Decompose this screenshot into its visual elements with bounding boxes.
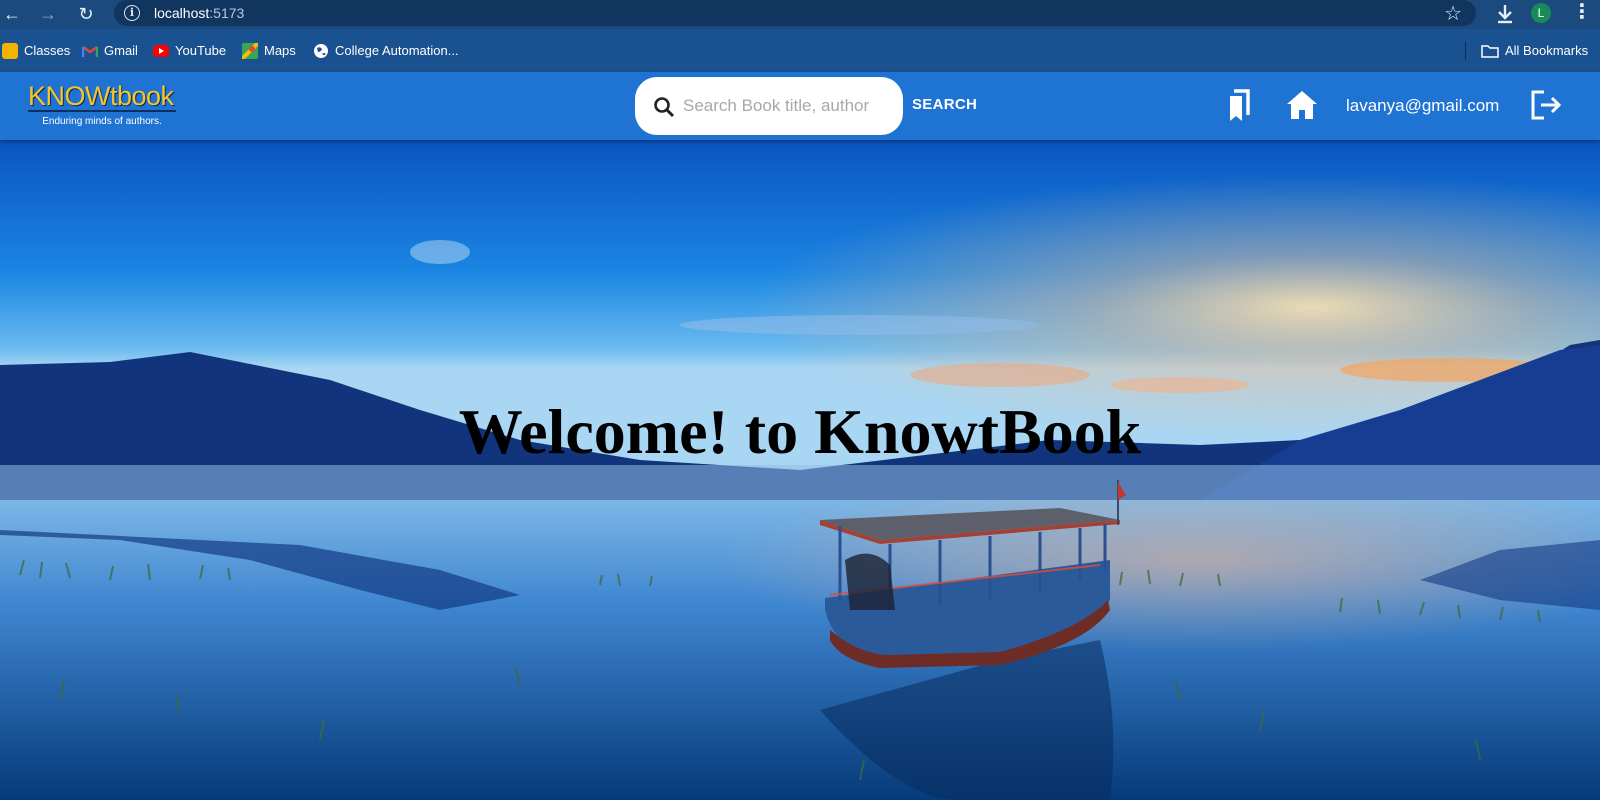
bookmarks-divider: [1465, 42, 1466, 60]
profile-avatar[interactable]: L: [1531, 3, 1551, 23]
star-icon[interactable]: ☆: [1444, 1, 1462, 26]
youtube-icon: [153, 45, 169, 57]
logo-title: KNOWtbook: [28, 82, 176, 112]
bookmark-college-automation[interactable]: College Automation...: [313, 42, 459, 60]
url-text[interactable]: localhost:5173: [154, 5, 244, 21]
folder-icon: [1481, 45, 1499, 58]
all-bookmarks-label: All Bookmarks: [1505, 43, 1589, 58]
bookmark-label: Gmail: [104, 43, 138, 58]
address-bar[interactable]: i localhost:5173 ☆: [114, 0, 1476, 26]
bookmarks-icon[interactable]: [1222, 87, 1258, 123]
logo[interactable]: KNOWtbook Enduring minds of authors.: [28, 82, 176, 127]
user-email: lavanya@gmail.com: [1346, 96, 1500, 115]
classroom-icon: [2, 43, 18, 59]
bookmark-label: College Automation...: [335, 43, 459, 58]
search-input[interactable]: [683, 93, 893, 119]
browser-toolbar: ← → ↻ i localhost:5173 ☆ L ⋮: [0, 0, 1600, 29]
bookmark-label: Maps: [264, 43, 296, 58]
info-icon[interactable]: i: [124, 5, 140, 21]
hero-background-image: [0, 140, 1600, 800]
bookmark-label: YouTube: [175, 43, 227, 58]
menu-icon[interactable]: ⋮: [1572, 1, 1592, 25]
search-icon: [654, 97, 675, 118]
reload-icon[interactable]: ↻: [74, 2, 98, 26]
logo-tagline: Enduring minds of authors.: [42, 116, 162, 127]
bookmark-classes[interactable]: Classes: [2, 42, 70, 60]
maps-icon: [242, 43, 258, 59]
search-button[interactable]: SEARCH: [912, 96, 977, 113]
back-icon[interactable]: ←: [0, 2, 24, 26]
url-port: :5173: [209, 5, 245, 21]
hero-title: Welcome! to KnowtBook: [458, 396, 1142, 467]
hero-banner: Welcome! to KnowtBook: [0, 140, 1600, 800]
bookmark-maps[interactable]: Maps: [242, 42, 296, 60]
bookmarks-bar: Classes Gmail YouTube Maps College Autom…: [0, 29, 1600, 72]
app-header: KNOWtbook Enduring minds of authors. SEA…: [0, 72, 1600, 140]
search-box: [635, 77, 903, 135]
bookmark-gmail[interactable]: Gmail: [82, 42, 138, 60]
globe-icon: [314, 44, 328, 58]
logout-icon[interactable]: [1528, 87, 1564, 123]
bookmark-label: Classes: [24, 43, 71, 58]
forward-icon[interactable]: →: [36, 2, 60, 26]
bookmark-youtube[interactable]: YouTube: [153, 42, 226, 60]
url-host: localhost: [154, 5, 210, 21]
home-icon[interactable]: [1284, 87, 1320, 123]
download-icon[interactable]: [1494, 2, 1516, 26]
gmail-icon: [82, 45, 98, 57]
all-bookmarks[interactable]: All Bookmarks: [1481, 42, 1588, 60]
